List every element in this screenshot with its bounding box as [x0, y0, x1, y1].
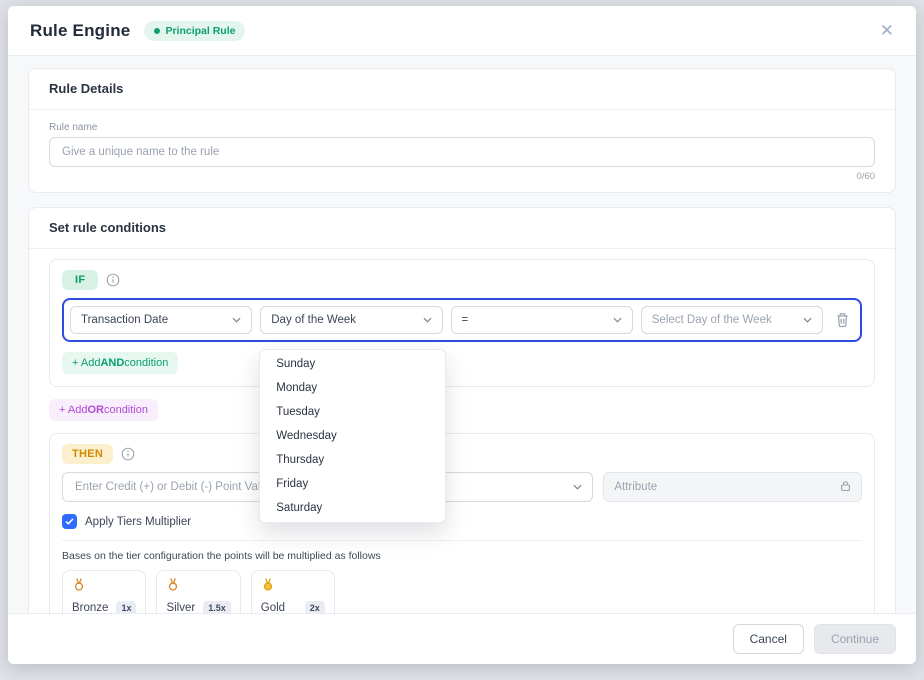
principal-rule-badge: Principal Rule	[144, 20, 246, 41]
status-dot-icon	[154, 27, 161, 34]
tier-multiplier-badge: 1.5x	[203, 601, 231, 613]
condition-subfield-select[interactable]: Day of the Week Sunday Monday Tuesday We…	[259, 306, 446, 523]
if-pill-row: IF	[62, 270, 862, 290]
rule-conditions-body: IF Transaction Date Day of the Week Sund…	[29, 249, 895, 613]
condition-value-select[interactable]: Select Day of the Week	[640, 306, 823, 334]
if-block: IF Transaction Date Day of the Week Sund…	[49, 259, 875, 523]
condition-field-select[interactable]: Transaction Date	[70, 306, 253, 334]
delete-condition-button[interactable]	[831, 312, 854, 328]
if-pill: IF	[62, 270, 99, 290]
apply-tiers-checkbox[interactable]	[62, 514, 77, 529]
dropdown-option-tuesday[interactable]: Tuesday	[260, 400, 444, 424]
info-icon[interactable]	[121, 447, 135, 461]
page-title: Rule Engine	[30, 20, 131, 40]
condition-row: Transaction Date Day of the Week Sunday …	[62, 298, 862, 523]
rule-details-body: Rule name 0/60	[29, 110, 895, 192]
continue-button[interactable]: Continue	[813, 624, 896, 654]
divider	[62, 540, 862, 541]
add-and-condition-button[interactable]: + Add AND condition	[62, 352, 179, 374]
rule-conditions-title: Set rule conditions	[49, 220, 167, 235]
medal-icon	[72, 578, 86, 596]
char-counter: 0/60	[856, 171, 876, 182]
tier-name: Silver	[166, 602, 196, 613]
tier-card-silver: Silver 1.5x	[156, 570, 241, 613]
screen: Rule Engine Principal Rule ✕ Rule Detail…	[0, 0, 924, 680]
dropdown-option-thursday[interactable]: Thursday	[260, 448, 444, 472]
tier-card-bronze: Bronze 1x	[62, 570, 147, 613]
rule-conditions-header: Set rule conditions	[29, 208, 895, 249]
dropdown-option-saturday[interactable]: Saturday	[260, 496, 444, 520]
medal-icon	[166, 578, 180, 596]
modal-header: Rule Engine Principal Rule ✕	[8, 6, 916, 56]
tier-name: Bronze	[72, 602, 109, 613]
medal-icon	[261, 578, 275, 596]
rule-details-title: Rule Details	[49, 81, 124, 96]
badge-label: Principal Rule	[165, 24, 236, 37]
modal-footer: Cancel Continue	[8, 613, 916, 664]
apply-tiers-label: Apply Tiers Multiplier	[85, 515, 192, 528]
rule-details-card: Rule Details Rule name 0/60	[28, 68, 896, 193]
chevron-down-icon	[613, 314, 622, 326]
rule-details-header: Rule Details	[29, 69, 895, 110]
tier-card-gold: Gold 2x	[250, 570, 335, 613]
chevron-down-icon	[573, 481, 582, 493]
chevron-down-icon	[422, 314, 432, 326]
chevron-down-icon	[803, 314, 812, 326]
apply-tiers-row: Apply Tiers Multiplier	[62, 514, 862, 529]
dropdown-option-wednesday[interactable]: Wednesday	[260, 424, 444, 448]
rule-name-input[interactable]	[49, 137, 875, 167]
chevron-down-icon	[232, 314, 241, 326]
then-pill: THEN	[62, 444, 114, 464]
tiers-note: Bases on the tier configuration the poin…	[62, 550, 381, 562]
rule-conditions-card: Set rule conditions IF Transaction Date …	[28, 207, 896, 613]
attribute-label: Attribute	[614, 481, 658, 493]
modal-body: Rule Details Rule name 0/60 Set rule con…	[8, 56, 916, 613]
cancel-button[interactable]: Cancel	[732, 624, 804, 654]
day-of-week-dropdown: Sunday Monday Tuesday Wednesday Thursday…	[259, 349, 446, 523]
tier-name: Gold	[260, 602, 286, 613]
then-block: THEN Enter Credit (+) or Debit (-) Point…	[49, 433, 875, 613]
rule-name-label: Rule name	[49, 122, 98, 133]
tier-cards: Bronze 1x Silver 1.5x Gold 2x	[62, 570, 862, 613]
close-icon[interactable]: ✕	[880, 22, 894, 39]
info-icon[interactable]	[106, 273, 120, 287]
rule-engine-modal: Rule Engine Principal Rule ✕ Rule Detail…	[8, 6, 916, 664]
then-pill-row: THEN	[62, 444, 862, 464]
add-or-condition-button[interactable]: + Add OR condition	[49, 399, 158, 421]
then-value-row: Attribute	[62, 472, 863, 502]
dropdown-option-friday[interactable]: Friday	[260, 472, 444, 496]
or-chip-row: + Add OR condition	[49, 399, 875, 421]
dropdown-option-monday[interactable]: Monday	[260, 376, 444, 400]
tier-multiplier-badge: 1x	[116, 601, 137, 613]
dropdown-option-sunday[interactable]: Sunday	[260, 352, 444, 376]
tier-multiplier-badge: 2x	[304, 601, 325, 613]
lock-icon	[840, 480, 851, 495]
condition-operator-select[interactable]: =	[450, 306, 633, 334]
attribute-field: Attribute	[603, 472, 863, 502]
